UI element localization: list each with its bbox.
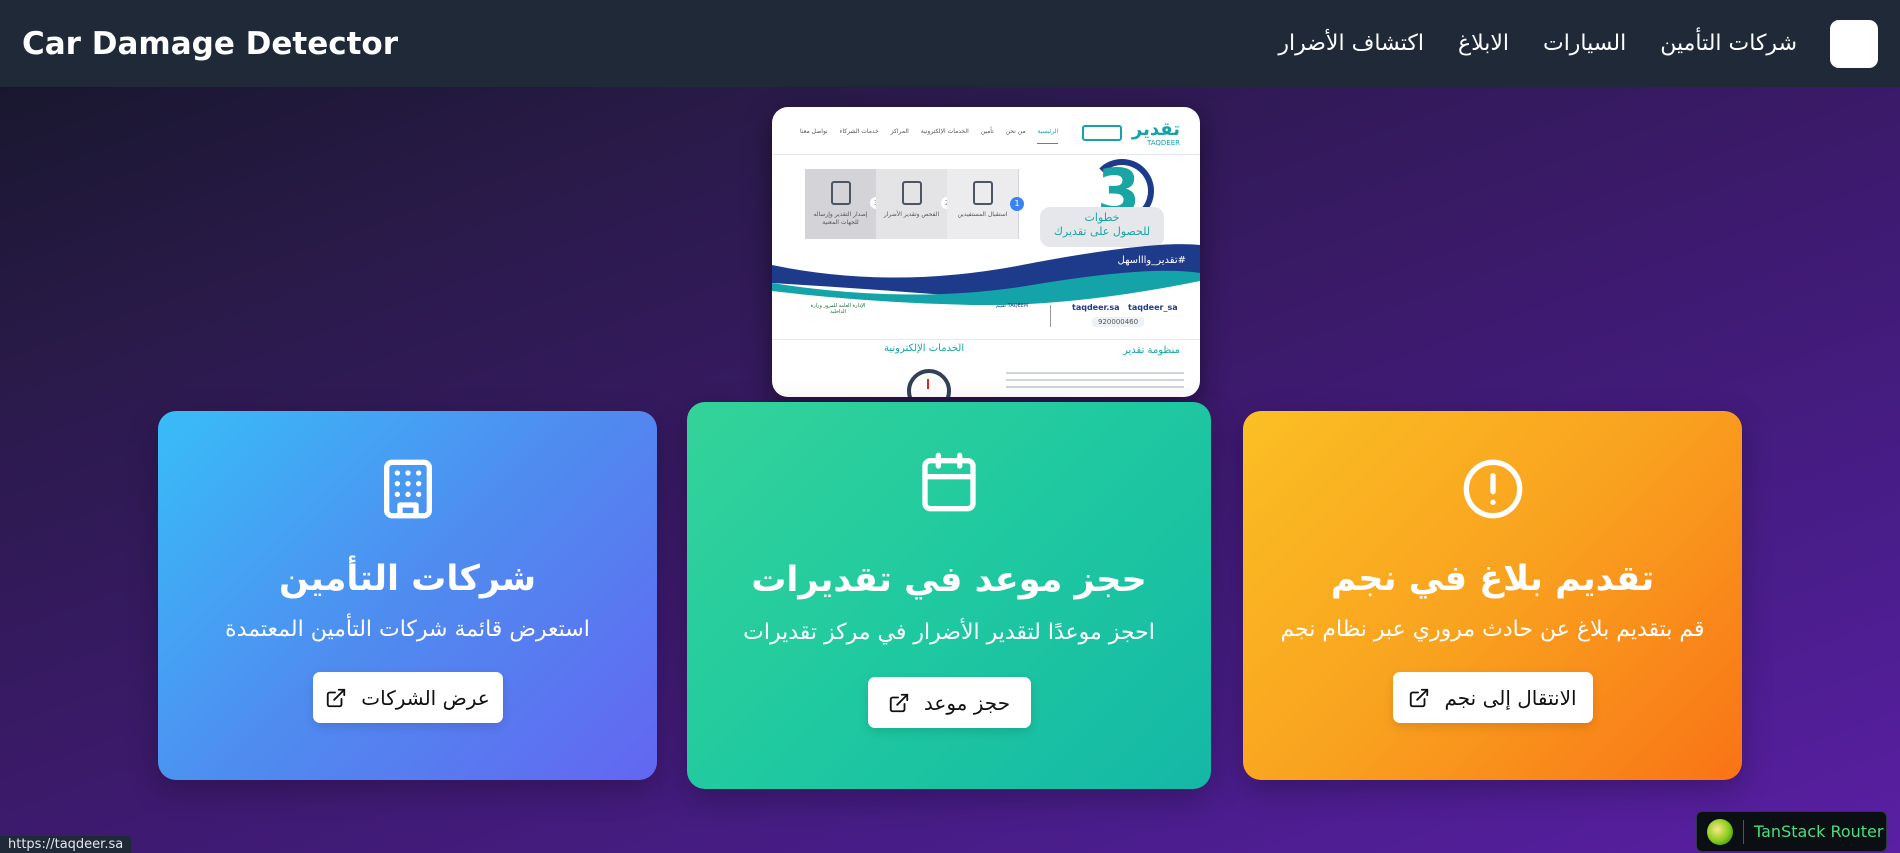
tanstack-logo-icon <box>1707 818 1733 845</box>
preview-menu-item: من نحن <box>1005 128 1026 135</box>
nav-links: شركات التأمين السيارات الابلاغ اكتشاف ال… <box>1244 19 1878 68</box>
preview-logo: تقدير <box>1131 119 1180 140</box>
preview-partner: الإدارة العامة للمرور وزارة الداخلية <box>810 303 866 315</box>
book-appointment-button[interactable]: حجز موعد <box>867 677 1031 728</box>
gauge-icon <box>907 369 951 397</box>
preview-wave <box>772 235 1200 305</box>
card-title: شركات التأمين <box>278 559 537 599</box>
preview-separator <box>1050 305 1051 327</box>
nav-link-insurance[interactable]: شركات التأمين <box>1660 31 1797 56</box>
preview-menu-item: المراكز <box>890 128 909 135</box>
preview-logo-en: TAQDEER <box>1146 139 1180 147</box>
card-title: تقديم بلاغ في نجم <box>1330 559 1655 599</box>
user-icon <box>973 181 993 205</box>
button-label: حجز موعد <box>923 690 1011 715</box>
divider <box>1743 819 1744 844</box>
devtools-label: TanStack Router <box>1754 822 1884 841</box>
preview-step: استقبال المستفيدين <box>947 169 1018 239</box>
preview-heading: الخدمات الإلكترونية <box>884 343 965 354</box>
preview-step: إصدار التقدير وإرساله للجهات المعنية <box>805 169 876 239</box>
gauge-needle <box>927 379 929 389</box>
building-icon <box>383 459 432 519</box>
status-bar-url: https://taqdeer.sa <box>0 836 132 853</box>
preview-text-lines <box>1006 372 1184 394</box>
envelope-icon <box>831 181 851 205</box>
top-navbar: Car Damage Detector شركات التأمين السيار… <box>0 0 1900 87</box>
card-description: قم بتقديم بلاغ عن حادث مروري عبر نظام نج… <box>1280 617 1705 642</box>
preview-step-label: الفحص وتقدير الأضرار <box>883 211 940 218</box>
preview-menu-item: تأمين <box>980 128 994 135</box>
external-link-icon <box>889 693 909 712</box>
external-link-icon <box>1410 688 1429 707</box>
brand-title[interactable]: Car Damage Detector <box>22 26 398 62</box>
preview-heading: منظومة تقدير <box>1122 345 1180 356</box>
card-insurance: شركات التأمين استعرض قائمة شركات التأمين… <box>158 411 657 780</box>
preview-header: تقدير TAQDEER الرئيسية من نحن تأمين الخد… <box>772 107 1200 155</box>
card-najm-report: تقديم بلاغ في نجم قم بتقديم بلاغ عن حادث… <box>1243 411 1742 780</box>
preview-step: الفحص وتقدير الأضرار <box>876 169 947 239</box>
view-companies-button[interactable]: عرض الشركات <box>312 672 503 723</box>
phone-icon <box>902 181 922 205</box>
nav-link-report[interactable]: الابلاغ <box>1458 31 1509 56</box>
preview-partner: تقييم TAQEEM <box>995 303 1029 309</box>
preview-bubble-line: خطوات <box>1084 211 1120 224</box>
go-to-najm-button[interactable]: الانتقال إلى نجم <box>1392 672 1593 723</box>
preview-step-label: إصدار التقدير وإرساله للجهات المعنية <box>813 211 868 226</box>
menu-toggle-button[interactable] <box>1830 19 1878 68</box>
preview-menu-item: الرئيسية <box>1037 128 1059 144</box>
preview-social: taqdeer_sa <box>1128 303 1178 312</box>
preview-divider <box>772 339 1200 340</box>
nav-link-cars[interactable]: السيارات <box>1543 31 1626 56</box>
button-label: الانتقال إلى نجم <box>1444 685 1577 710</box>
preview-step-number: 1 <box>1010 197 1024 211</box>
nav-link-damage-detection[interactable]: اكتشاف الأضرار <box>1278 31 1424 56</box>
link-preview-popup[interactable]: تقدير TAQDEER الرئيسية من نحن تأمين الخد… <box>772 107 1200 397</box>
preview-steps: إصدار التقدير وإرساله للجهات المعنية 3 ا… <box>805 169 1019 239</box>
preview-slogan: #تقدير_واااسهل <box>1117 255 1187 266</box>
preview-phone: 920000460 <box>1092 317 1145 327</box>
truck-icon <box>1082 125 1122 141</box>
calendar-icon <box>922 452 976 512</box>
card-title: حجز موعد في تقديرات <box>751 560 1147 600</box>
card-description: احجز موعدًا لتقدير الأضرار في مركز تقدير… <box>743 620 1155 645</box>
card-appointment: حجز موعد في تقديرات احجز موعدًا لتقدير ا… <box>687 402 1211 789</box>
preview-menu-item: الخدمات الإلكترونية <box>920 128 969 135</box>
preview-site: taqdeer.sa <box>1072 303 1120 312</box>
card-description: استعرض قائمة شركات التأمين المعتمدة <box>225 617 590 642</box>
preview-menu-item: تواصل معنا <box>800 128 828 135</box>
tanstack-devtools-button[interactable]: TanStack Router <box>1696 811 1887 852</box>
preview-menu: الرئيسية من نحن تأمين الخدمات الإلكتروني… <box>790 128 1059 144</box>
preview-menu-item: خدمات الشركاء <box>839 128 879 135</box>
alert-circle-icon <box>1463 459 1522 519</box>
preview-step-label: استقبال المستفيدين <box>957 211 1008 218</box>
external-link-icon <box>327 688 346 707</box>
button-label: عرض الشركات <box>361 685 490 710</box>
